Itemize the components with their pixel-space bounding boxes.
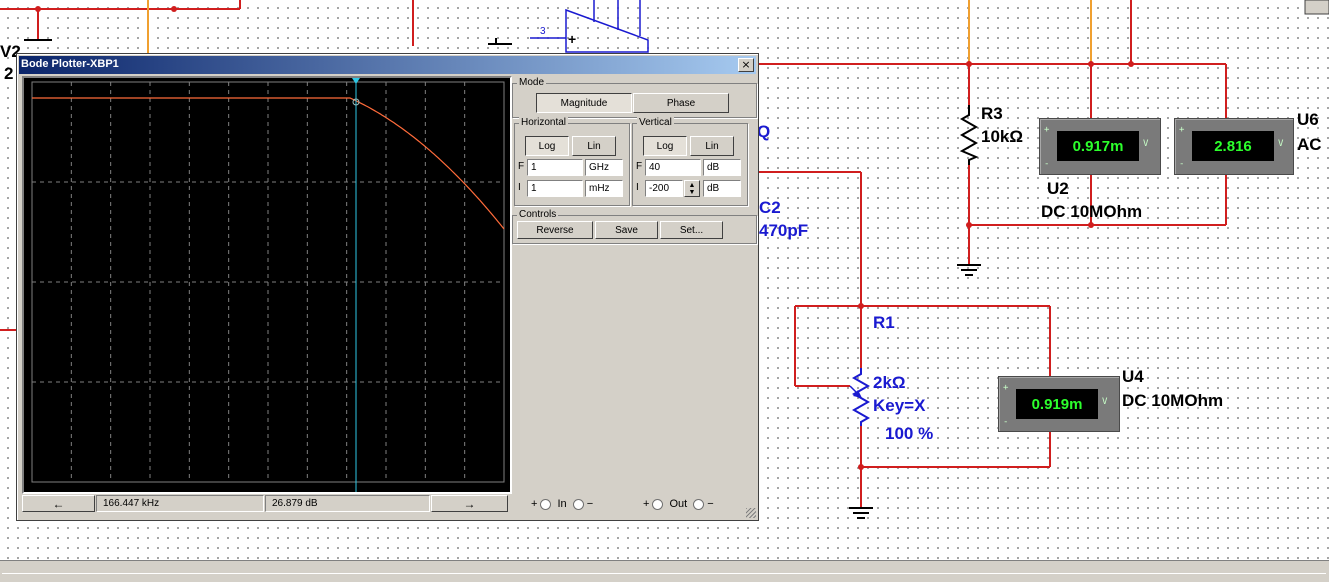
close-button[interactable]: × (738, 58, 754, 72)
u4-name: U4 (1122, 367, 1144, 386)
vertical-i-label: I (636, 182, 639, 193)
mode-group-label: Mode (517, 77, 547, 88)
controls-group: Controls Reverse Save Set... (512, 209, 757, 244)
vertical-initial-value[interactable]: -200 (645, 180, 683, 197)
in-plus-terminal[interactable] (540, 498, 552, 510)
bode-plotter-window[interactable]: Bode Plotter-XBP1 × Mode Magnitude Phase… (16, 53, 759, 521)
u4-v-indicator: V (1102, 397, 1108, 407)
spinner-down-icon[interactable]: ▼ (689, 189, 696, 196)
vertical-f-label: F (636, 161, 643, 172)
u2-name: U2 (1047, 179, 1069, 198)
controls-group-label: Controls (517, 209, 559, 220)
horizontal-group-label: Horizontal (519, 117, 569, 128)
r1-key: Key=X (873, 396, 926, 415)
cursor-right-button[interactable]: → (431, 495, 508, 512)
u2-display: 0.917m (1057, 131, 1139, 161)
opamp-plus-label: + (568, 31, 576, 47)
vertical-final-unit[interactable]: dB (703, 159, 741, 176)
r3-name: R3 (981, 104, 1003, 123)
multimeter-u6[interactable]: + 2.816 V - (1174, 118, 1294, 175)
u4-display: 0.919m (1016, 389, 1098, 419)
spinner-up-icon[interactable]: ▲ (689, 182, 696, 189)
u6-minus-terminal: - (1179, 159, 1185, 169)
status-bar (0, 560, 1329, 582)
cursor-left-button[interactable]: ← (22, 495, 95, 512)
u6-mode: AC (1297, 135, 1322, 154)
r1-percent: 100 % (885, 424, 934, 443)
u2-v-indicator: V (1143, 139, 1149, 149)
vertical-final-value[interactable]: 40 (645, 159, 701, 176)
u6-display: 2.816 (1192, 131, 1274, 161)
phase-button[interactable]: Phase (633, 93, 729, 113)
reverse-button[interactable]: Reverse (517, 221, 593, 239)
out-minus-terminal[interactable] (693, 498, 705, 510)
opamp-pin-label: 3 (540, 26, 546, 37)
vertical-initial-spinner[interactable]: ▲ ▼ (684, 180, 700, 197)
in-terminals: + In − (531, 498, 593, 510)
magnitude-button[interactable]: Magnitude (536, 93, 632, 113)
r3-resistor[interactable] (959, 105, 979, 165)
horizontal-i-label: I (518, 182, 521, 193)
u4-plus-terminal: + (1003, 383, 1009, 393)
out-terminals: + Out − (643, 498, 714, 510)
multimeter-u2[interactable]: + 0.917m V - (1039, 118, 1161, 175)
c2-value: 470pF (759, 221, 809, 240)
out-plus-label: + (643, 498, 650, 510)
bode-plot-svg (31, 78, 505, 492)
mode-group: Mode Magnitude Phase (512, 77, 757, 118)
horizontal-initial-unit[interactable]: mHz (585, 180, 623, 197)
u2-mode: DC 10MOhm (1041, 202, 1143, 221)
set-button[interactable]: Set... (660, 221, 723, 239)
horizontal-lin-button[interactable]: Lin (572, 136, 616, 156)
u6-plus-terminal: + (1179, 125, 1185, 135)
plot-grid (31, 81, 505, 483)
out-label: Out (669, 498, 688, 510)
horizontal-group: Horizontal Log Lin F 1 GHz I 1 mHz (514, 117, 630, 206)
vertical-group: Vertical Log Lin F 40 dB I -200 ▲ ▼ dB (632, 117, 748, 206)
out-minus-label: − (707, 498, 714, 510)
horizontal-initial-value[interactable]: 1 (527, 180, 583, 197)
in-minus-terminal[interactable] (572, 498, 584, 510)
u6-v-indicator: V (1278, 139, 1284, 149)
in-plus-label: + (531, 498, 538, 510)
horizontal-final-unit[interactable]: GHz (585, 159, 623, 176)
u4-minus-terminal: - (1003, 417, 1009, 427)
vertical-lin-button[interactable]: Lin (690, 136, 734, 156)
horizontal-log-button[interactable]: Log (525, 136, 569, 156)
corner-widget[interactable] (1304, 0, 1329, 15)
c2-name: C2 (759, 198, 781, 217)
opamp-symbol: 3 + (530, 0, 649, 53)
bode-window-title: Bode Plotter-XBP1 (21, 58, 119, 70)
u4-mode: DC 10MOhm (1122, 391, 1224, 410)
save-button[interactable]: Save (595, 221, 658, 239)
cursor-marker-icon[interactable] (352, 78, 360, 84)
u2-plus-terminal: + (1044, 125, 1050, 135)
r1-value: 2kΩ (873, 373, 906, 392)
in-label: In (557, 498, 567, 510)
horizontal-final-value[interactable]: 1 (527, 159, 583, 176)
resize-grip-icon[interactable] (746, 508, 756, 518)
r3-value: 10kΩ (981, 127, 1023, 146)
u6-name: U6 (1297, 110, 1319, 129)
horizontal-f-label: F (518, 161, 525, 172)
frequency-readout: 166.447 kHz (96, 495, 264, 512)
vertical-initial-unit[interactable]: dB (703, 180, 741, 197)
magnitude-readout: 26.879 dB (265, 495, 430, 512)
r1-wiper-arrow (849, 385, 862, 398)
multimeter-u4[interactable]: + 0.919m V - (998, 376, 1120, 432)
vertical-group-label: Vertical (637, 117, 674, 128)
bode-plot-screen[interactable] (22, 76, 512, 494)
out-plus-terminal[interactable] (652, 498, 664, 510)
vertical-log-button[interactable]: Log (643, 136, 687, 156)
partial-2-label: 2 (4, 64, 14, 83)
u2-minus-terminal: - (1044, 159, 1050, 169)
r1-name: R1 (873, 313, 895, 332)
in-minus-label: − (586, 498, 594, 510)
bode-titlebar[interactable]: Bode Plotter-XBP1 × (19, 56, 756, 74)
